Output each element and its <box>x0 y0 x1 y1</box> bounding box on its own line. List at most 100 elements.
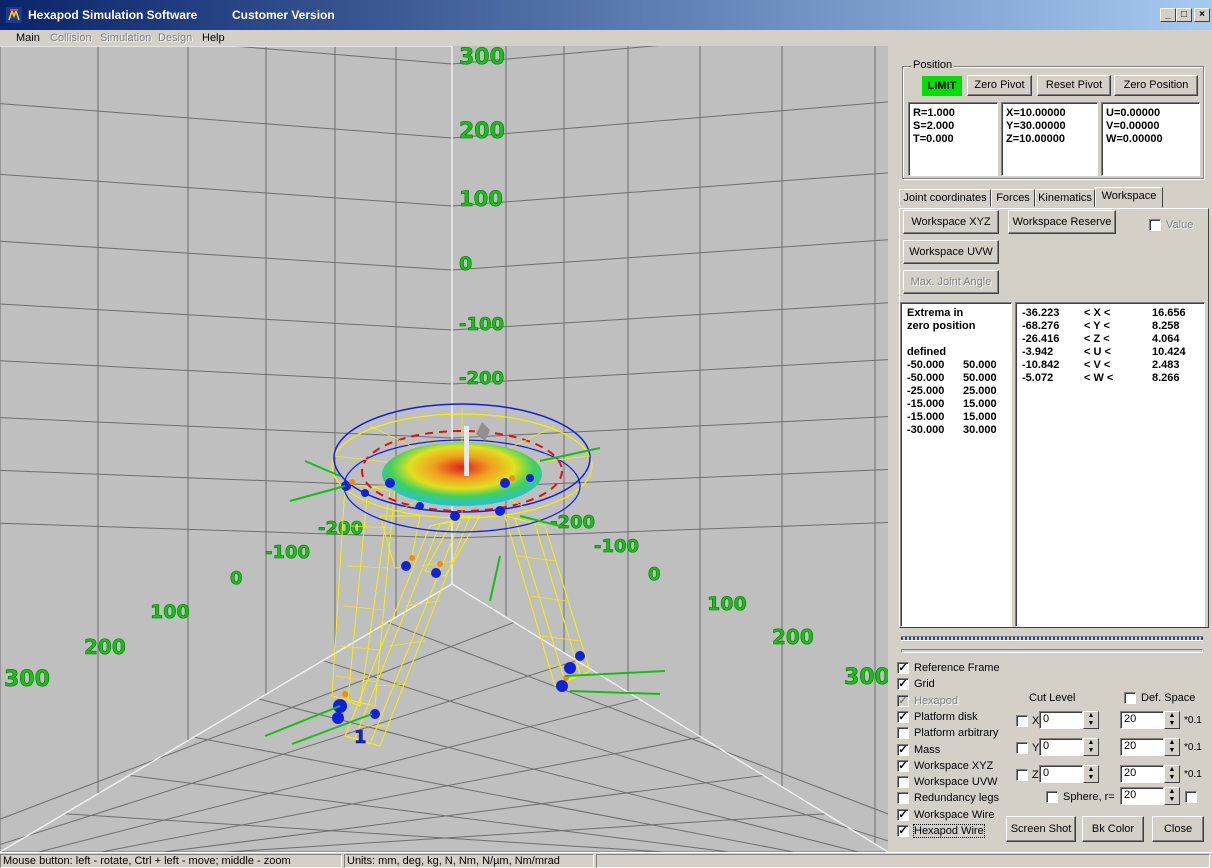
cut-level-spinner[interactable]: 0 ▲ ▼ <box>1039 765 1099 783</box>
value-checkbox[interactable] <box>1149 219 1161 231</box>
checkbox[interactable]: ✓ <box>897 694 909 707</box>
xyz-y: Y=30.00000 <box>1006 120 1066 132</box>
extrema-axis: < W < <box>1084 372 1114 384</box>
cut-level-spinner-value[interactable]: 0 <box>1039 738 1083 756</box>
menu-collision[interactable]: Collision <box>50 32 92 44</box>
extrema-axis: < V < <box>1084 359 1111 371</box>
value-checkbox-row[interactable]: Value <box>1149 219 1209 233</box>
status-empty <box>596 854 1210 868</box>
menu-help[interactable]: Help <box>202 32 225 44</box>
checkbox[interactable] <box>897 792 909 805</box>
extrema-max: 4.064 <box>1152 333 1180 345</box>
defined-max: 15.000 <box>963 398 997 410</box>
scene-svg[interactable]: 300 200 100 0 -100 -200 -200 -100 0 100 … <box>0 46 888 852</box>
spinner-arrows-icon[interactable]: ▲ ▼ <box>1164 787 1180 805</box>
extrema-min: -26.416 <box>1022 333 1060 345</box>
rst-s: S=2.000 <box>913 120 955 132</box>
cut-level-spinner-value[interactable]: 0 <box>1039 711 1083 729</box>
checkbox[interactable]: ✓ <box>897 678 909 691</box>
defined-min: -15.000 <box>907 398 945 410</box>
option-label: Workspace XYZ <box>914 759 994 772</box>
option-label: Hexapod Wire <box>913 824 985 838</box>
tab-workspace[interactable]: Workspace <box>1095 187 1163 208</box>
bk-color-button[interactable]: Bk Color <box>1082 816 1144 842</box>
tab-joint-coordinates[interactable]: Joint coordinates <box>899 189 991 207</box>
cut-level-spinner-value[interactable]: 0 <box>1039 765 1083 783</box>
xyz-readout: X=10.00000 Y=30.00000 Z=10.00000 <box>1001 102 1098 176</box>
extrema-min: -10.842 <box>1022 359 1060 371</box>
def-space-checkbox-row[interactable]: Def. Space <box>1124 692 1212 706</box>
sphere-radius-value[interactable]: 20 <box>1120 787 1164 805</box>
minimize-button[interactable]: _ <box>1160 8 1176 22</box>
cut-checkbox[interactable] <box>1016 742 1028 754</box>
sphere-radius-spinner[interactable]: 20 ▲ ▼ <box>1120 787 1180 805</box>
checkbox[interactable]: ✓ <box>897 710 909 723</box>
spinner-arrows-icon[interactable]: ▲ ▼ <box>1083 765 1099 783</box>
option-reference-frame[interactable]: ✓ Reference Frame <box>897 662 1047 676</box>
left-floor-label-300: 300 <box>4 667 50 692</box>
workspace-reserve-button[interactable]: Workspace Reserve <box>1008 210 1116 234</box>
menu-simulation[interactable]: Simulation <box>100 32 151 44</box>
reset-pivot-button[interactable]: Reset Pivot <box>1037 75 1111 96</box>
checkbox[interactable] <box>897 776 909 789</box>
maximize-button[interactable]: □ <box>1176 8 1192 22</box>
checkbox[interactable] <box>897 727 909 740</box>
checkbox[interactable]: ✓ <box>897 743 909 756</box>
checkbox[interactable]: ✓ <box>897 662 909 674</box>
center-post <box>464 426 469 476</box>
cut-level-spinner[interactable]: 0 ▲ ▼ <box>1039 738 1099 756</box>
checkbox[interactable]: ✓ <box>897 808 909 821</box>
back-axis-label-200: 200 <box>459 119 505 144</box>
sphere-label: Sphere, r= <box>1063 791 1115 803</box>
cut-value-spinner[interactable]: 20 ▲ ▼ <box>1120 738 1180 756</box>
close-window-button[interactable]: × <box>1194 8 1210 22</box>
spinner-arrows-icon[interactable]: ▲ ▼ <box>1083 711 1099 729</box>
3d-viewport[interactable]: 300 200 100 0 -100 -200 -200 -100 0 100 … <box>0 46 888 852</box>
option-platform-arbitrary[interactable]: Platform arbitrary <box>897 727 1047 741</box>
extrema-row: -10.842 < V < 2.483 <box>1022 359 1198 372</box>
cut-value-spinner-value[interactable]: 20 <box>1120 765 1164 783</box>
workspace-uvw-button[interactable]: Workspace UVW <box>903 240 999 264</box>
cut-value-spinner[interactable]: 20 ▲ ▼ <box>1120 711 1180 729</box>
cut-checkbox[interactable] <box>1016 769 1028 781</box>
sphere-extra-checkbox[interactable] <box>1185 791 1197 803</box>
spinner-arrows-icon[interactable]: ▲ ▼ <box>1164 711 1180 729</box>
defined-max: 25.000 <box>963 385 997 397</box>
right-floor-label-0: 0 <box>648 564 661 585</box>
defined-min: -30.000 <box>907 424 945 436</box>
spinner-arrows-icon[interactable]: ▲ ▼ <box>1083 738 1099 756</box>
rst-readout: R=1.000 S=2.000 T=0.000 <box>908 102 998 176</box>
option-grid[interactable]: ✓ Grid <box>897 678 1047 692</box>
cut-axis-label: Z <box>1032 769 1039 781</box>
extrema-max: 2.483 <box>1152 359 1180 371</box>
spinner-arrows-icon[interactable]: ▲ ▼ <box>1164 738 1180 756</box>
sphere-checkbox[interactable] <box>1046 791 1058 803</box>
tab-strip: Joint coordinates Forces Kinematics Work… <box>899 187 1209 209</box>
cut-value-spinner-value[interactable]: 20 <box>1120 738 1164 756</box>
zero-position-button[interactable]: Zero Position <box>1114 75 1198 96</box>
cut-value-spinner[interactable]: 20 ▲ ▼ <box>1120 765 1180 783</box>
menu-main[interactable]: Main <box>16 32 40 44</box>
option-hexapod[interactable]: ✓ Hexapod <box>897 694 1047 709</box>
zero-pivot-button[interactable]: Zero Pivot <box>967 75 1032 96</box>
right-floor-label-minus200: -200 <box>550 512 595 533</box>
sphere-checkbox-row[interactable]: Sphere, r= <box>1046 791 1128 805</box>
cut-checkbox[interactable] <box>1016 715 1028 727</box>
option-label: Workspace UVW <box>914 776 998 789</box>
cut-level-spinner[interactable]: 0 ▲ ▼ <box>1039 711 1099 729</box>
close-button[interactable]: Close <box>1152 816 1204 842</box>
checkbox[interactable]: ✓ <box>897 759 909 772</box>
cut-value-spinner-value[interactable]: 20 <box>1120 711 1164 729</box>
menu-design[interactable]: Design <box>158 32 192 44</box>
tab-forces[interactable]: Forces <box>991 189 1035 207</box>
checkbox[interactable]: ✓ <box>897 825 909 837</box>
left-floor-label-100: 100 <box>150 601 190 623</box>
tab-kinematics[interactable]: Kinematics <box>1035 189 1095 207</box>
screen-shot-button[interactable]: Screen Shot <box>1006 816 1076 842</box>
left-floor-label-minus200: -200 <box>318 518 363 539</box>
workspace-xyz-button[interactable]: Workspace XYZ <box>903 210 999 234</box>
option-redundancy-legs[interactable]: Redundancy legs <box>897 792 1047 806</box>
spinner-arrows-icon[interactable]: ▲ ▼ <box>1164 765 1180 783</box>
max-joint-angle-button[interactable]: Max. Joint Angle <box>903 270 999 294</box>
def-space-checkbox[interactable] <box>1124 692 1136 704</box>
